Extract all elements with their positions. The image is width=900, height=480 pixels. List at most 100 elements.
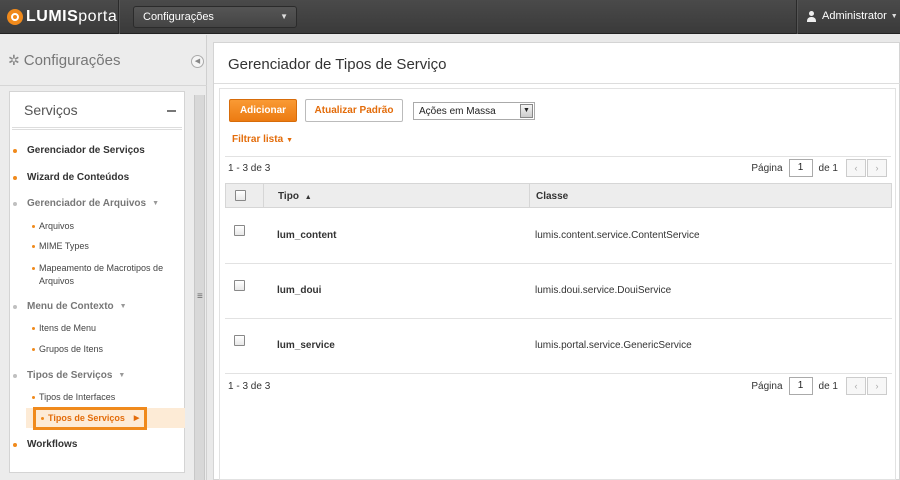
cell-tipo[interactable]: lum_service (277, 340, 335, 351)
sidebar-item-arquivos[interactable]: Arquivos (32, 220, 74, 233)
bullet-icon (13, 373, 17, 378)
row-checkbox[interactable] (234, 335, 245, 346)
sidebar-group-label: Menu de Contexto (27, 301, 114, 312)
chevron-down-icon: ▼ (520, 104, 533, 118)
table-row: lum_service lumis.portal.service.Generic… (225, 319, 892, 374)
sidebar-item-label: Itens de Menu (39, 323, 97, 333)
divider (225, 156, 891, 157)
page-label: Página (751, 380, 783, 392)
filter-label: Filtrar lista (232, 134, 284, 145)
sidebar-group-tipos-servicos[interactable]: Tipos de Serviços ▼ (13, 370, 125, 381)
sidebar-item-label: Mapeamento de Macrotipos de Arquivos (39, 263, 164, 286)
prev-page-button[interactable]: ‹ (846, 159, 866, 177)
sidebar-item-label: Tipos de Serviços (48, 413, 125, 423)
page-total: de 1 (818, 162, 838, 174)
sidebar-item-label: Arquivos (39, 221, 75, 231)
sidebar-group-menu-contexto[interactable]: Menu de Contexto ▼ (13, 301, 127, 312)
page-title: Gerenciador de Tipos de Serviço (228, 56, 447, 73)
page-input[interactable]: 1 (788, 377, 813, 395)
sidebar-item-gerenciador-servicos[interactable]: Gerenciador de Serviços (13, 145, 145, 156)
sidebar-item-mapeamento[interactable]: Mapeamento de Macrotipos de Arquivos (32, 262, 168, 288)
bullet-icon (32, 348, 35, 351)
divider (529, 184, 530, 207)
chevron-right-icon: ▶ (133, 415, 140, 422)
content-area: Adicionar Atualizar Padrão Ações em Mass… (219, 88, 896, 480)
page-input[interactable]: 1 (788, 159, 813, 177)
bullet-icon (13, 304, 17, 309)
lumis-logo[interactable]: LUMISportal (7, 8, 121, 26)
bullet-icon (32, 267, 35, 270)
topbar-divider (118, 0, 119, 34)
sidebar-group-label: Gerenciador de Arquivos (27, 198, 147, 209)
user-name: Administrator (822, 10, 887, 22)
sidebar-item-tipos-servicos-active[interactable]: Tipos de Serviços ▶ (41, 413, 139, 423)
context-select[interactable]: Configurações ▼ (133, 6, 297, 28)
bullet-icon (32, 396, 35, 399)
column-header-tipo[interactable]: Tipo ▲ (278, 191, 312, 202)
page-label: Página (751, 162, 783, 174)
sidebar-item-label: Workflows (27, 439, 78, 450)
row-checkbox[interactable] (234, 225, 245, 236)
bulk-actions-select[interactable]: Ações em Massa ▼ (413, 102, 535, 120)
cell-tipo[interactable]: lum_content (277, 230, 336, 241)
column-header-classe[interactable]: Classe (536, 191, 568, 202)
column-label: Tipo (278, 191, 299, 202)
cell-tipo[interactable]: lum_doui (277, 285, 321, 296)
sidebar-group-gerenciador-arquivos[interactable]: Gerenciador de Arquivos ▼ (13, 198, 159, 209)
prev-page-button[interactable]: ‹ (846, 377, 866, 395)
topbar-divider (796, 0, 797, 34)
bullet-icon (41, 416, 44, 420)
bulk-actions-value: Ações em Massa (419, 106, 496, 117)
cell-classe: lumis.portal.service.GenericService (535, 340, 692, 351)
user-menu[interactable]: Administrator ▼ (806, 10, 898, 22)
page-total: de 1 (818, 380, 838, 392)
bullet-icon (13, 175, 17, 180)
chevron-down-icon: ▼ (890, 12, 898, 20)
chevron-down-icon: ▼ (119, 303, 127, 310)
select-all-checkbox[interactable] (235, 190, 246, 201)
bullet-icon (13, 201, 17, 206)
logo-suffix: portal (78, 8, 122, 25)
logo-prefix: LUMIS (26, 8, 79, 25)
gear-icon: ✲ (8, 52, 20, 68)
sidebar-item-label: Grupos de Itens (39, 344, 104, 354)
sidebar-item-label: MIME Types (39, 241, 89, 251)
next-page-button[interactable]: › (867, 159, 887, 177)
reset-defaults-button[interactable]: Atualizar Padrão (305, 99, 403, 122)
filter-list-link[interactable]: Filtrar lista ▼ (232, 134, 293, 145)
bullet-icon (13, 442, 17, 447)
bullet-icon (13, 148, 17, 153)
user-icon (806, 10, 817, 22)
divider (12, 127, 182, 130)
sidebar: ✲ Configurações ◀ Serviços Gerenciador d… (0, 35, 207, 480)
collapse-sidebar-icon[interactable]: ◀ (191, 55, 204, 68)
sidebar-item-label: Tipos de Interfaces (39, 392, 116, 402)
sidebar-item-itens-menu[interactable]: Itens de Menu (32, 322, 96, 335)
chevron-down-icon: ▼ (152, 200, 160, 207)
next-page-button[interactable]: › (867, 377, 887, 395)
pagination: Página 1 de 1 ‹ › (751, 159, 887, 177)
row-checkbox[interactable] (234, 280, 245, 291)
sidebar-item-mime-types[interactable]: MIME Types (32, 240, 89, 253)
logo-icon (7, 9, 23, 25)
cell-classe: lumis.doui.service.DouiService (535, 285, 672, 296)
cell-classe: lumis.content.service.ContentService (535, 230, 700, 241)
sidebar-item-tipos-interfaces[interactable]: Tipos de Interfaces (32, 391, 115, 404)
sidebar-splitter[interactable]: ≡ (194, 95, 205, 480)
pagination: Página 1 de 1 ‹ › (751, 377, 887, 395)
sidebar-item-wizard-conteudos[interactable]: Wizard de Conteúdos (13, 172, 129, 183)
table-row: lum_doui lumis.doui.service.DouiService (225, 264, 892, 319)
divider (263, 184, 264, 207)
add-button[interactable]: Adicionar (229, 99, 297, 122)
chevron-down-icon: ▼ (118, 372, 126, 379)
sidebar-item-label: Gerenciador de Serviços (27, 145, 145, 156)
sidebar-item-workflows[interactable]: Workflows (13, 439, 77, 450)
bullet-icon (32, 225, 35, 228)
divider (0, 85, 207, 86)
top-bar: LUMISportal Configurações ▼ Administrato… (0, 0, 900, 34)
sidebar-item-grupos-itens[interactable]: Grupos de Itens (32, 343, 103, 356)
chevron-down-icon: ▼ (286, 137, 294, 144)
minus-icon[interactable] (167, 110, 176, 112)
record-count: 1 - 3 de 3 (228, 381, 271, 392)
sidebar-group-label: Tipos de Serviços (27, 370, 113, 381)
